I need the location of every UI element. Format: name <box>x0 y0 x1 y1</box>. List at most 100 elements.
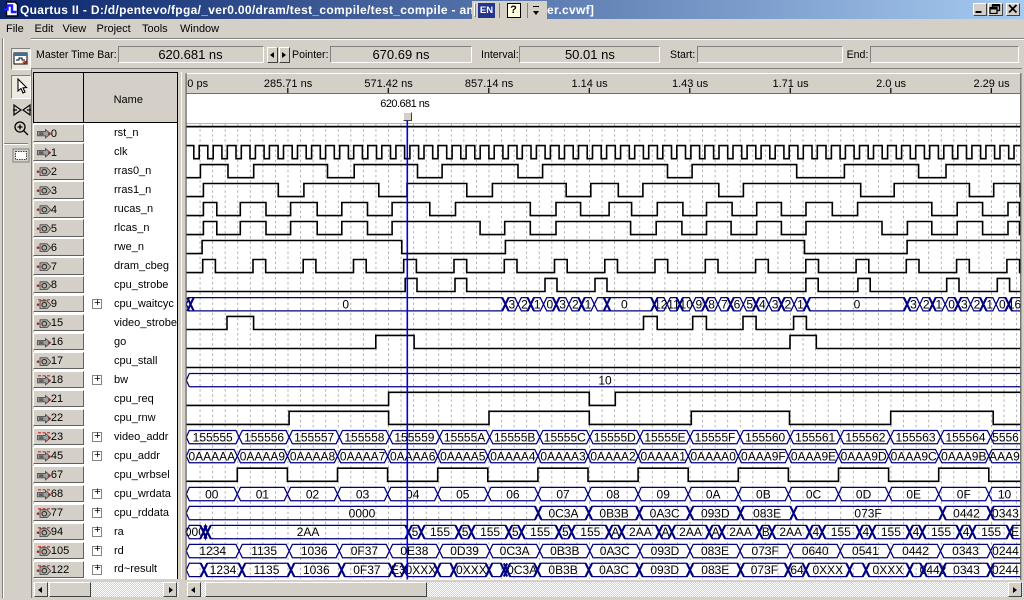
svg-text:155559: 155559 <box>394 430 434 444</box>
svg-text:0AAAAA: 0AAAAA <box>188 449 235 463</box>
svg-text:155563: 155563 <box>895 430 935 444</box>
svg-text:0244: 0244 <box>992 563 1019 577</box>
svg-text:0E: 0E <box>906 487 921 501</box>
svg-text:5: 5 <box>462 525 469 539</box>
svg-text:073F: 073F <box>854 506 881 520</box>
svg-text:0000: 0000 <box>349 506 376 520</box>
svg-text:15555C: 15555C <box>544 430 586 444</box>
svg-text:15555F: 15555F <box>695 430 736 444</box>
svg-text:0B3B: 0B3B <box>599 506 628 520</box>
svg-text:155557: 155557 <box>294 430 334 444</box>
svg-text:0AAAA6: 0AAAA6 <box>390 449 436 463</box>
svg-text:093D: 093D <box>650 563 679 577</box>
svg-text:10: 10 <box>598 373 612 387</box>
svg-text:0AAAA0: 0AAAA0 <box>691 449 737 463</box>
svg-text:0442: 0442 <box>953 506 980 520</box>
svg-text:2: 2 <box>521 298 528 312</box>
svg-text:06: 06 <box>506 487 520 501</box>
svg-text:05: 05 <box>456 487 470 501</box>
svg-text:0C3A: 0C3A <box>507 563 537 577</box>
svg-text:083E: 083E <box>701 563 729 577</box>
svg-text:03: 03 <box>356 487 370 501</box>
svg-text:0XXX: 0XXX <box>406 563 437 577</box>
svg-text:155: 155 <box>981 525 1001 539</box>
svg-text:0A3C: 0A3C <box>600 544 630 558</box>
svg-text:0AAA9D: 0AAA9D <box>841 449 887 463</box>
svg-text:3: 3 <box>961 298 968 312</box>
svg-text:8: 8 <box>708 298 715 312</box>
svg-text:0C3A: 0C3A <box>548 506 578 520</box>
svg-text:15555D: 15555D <box>594 430 636 444</box>
svg-text:155: 155 <box>580 525 600 539</box>
svg-text:15555A: 15555A <box>444 430 485 444</box>
svg-text:5: 5 <box>746 298 753 312</box>
svg-text:5: 5 <box>412 525 419 539</box>
svg-text:4: 4 <box>963 525 970 539</box>
svg-text:6: 6 <box>734 298 741 312</box>
svg-text:3: 3 <box>910 298 917 312</box>
svg-text:1234: 1234 <box>210 563 237 577</box>
svg-text:2: 2 <box>784 298 791 312</box>
svg-text:2AA: 2AA <box>679 525 702 539</box>
svg-text:0343: 0343 <box>992 506 1019 520</box>
svg-text:155: 155 <box>931 525 951 539</box>
svg-text:155556: 155556 <box>244 430 284 444</box>
svg-text:155561: 155561 <box>795 430 835 444</box>
svg-text:0AAA9B: 0AAA9B <box>941 449 986 463</box>
svg-text:155: 155 <box>430 525 450 539</box>
svg-text:093D: 093D <box>701 506 730 520</box>
svg-text:0C3A: 0C3A <box>500 544 530 558</box>
svg-text:083E: 083E <box>753 506 781 520</box>
svg-text:4: 4 <box>759 298 766 312</box>
svg-text:0AAAA7: 0AAAA7 <box>340 449 386 463</box>
svg-text:1234: 1234 <box>199 544 226 558</box>
svg-text:073F: 073F <box>752 544 779 558</box>
svg-text:155: 155 <box>480 525 500 539</box>
svg-text:09: 09 <box>657 487 671 501</box>
svg-text:2AA: 2AA <box>729 525 752 539</box>
svg-text:08: 08 <box>606 487 620 501</box>
svg-text:1: 1 <box>986 298 993 312</box>
svg-text:0: 0 <box>999 298 1006 312</box>
svg-text:2AA: 2AA <box>629 525 652 539</box>
svg-text:093D: 093D <box>651 544 680 558</box>
svg-text:0AAAA3: 0AAAA3 <box>540 449 586 463</box>
svg-text:7: 7 <box>721 298 728 312</box>
svg-text:0AAA9C: 0AAA9C <box>891 449 937 463</box>
svg-text:0A3C: 0A3C <box>599 563 629 577</box>
svg-text:15555B: 15555B <box>494 430 535 444</box>
svg-text:10: 10 <box>998 487 1012 501</box>
svg-text:0C: 0C <box>806 487 822 501</box>
svg-text:155558: 155558 <box>344 430 384 444</box>
svg-text:0541: 0541 <box>852 544 879 558</box>
svg-text:0AAAA9: 0AAAA9 <box>240 449 286 463</box>
svg-text:155562: 155562 <box>845 430 885 444</box>
svg-text:0A3C: 0A3C <box>650 506 680 520</box>
svg-text:2: 2 <box>572 298 579 312</box>
svg-text:0D39: 0D39 <box>450 544 479 558</box>
svg-text:1: 1 <box>534 298 541 312</box>
svg-text:0343: 0343 <box>952 544 979 558</box>
svg-text:3: 3 <box>559 298 566 312</box>
svg-text:0AAAA1: 0AAAA1 <box>641 449 687 463</box>
svg-text:1036: 1036 <box>303 563 330 577</box>
svg-text:64: 64 <box>790 563 804 577</box>
svg-text:0F37: 0F37 <box>353 563 381 577</box>
svg-text:0: 0 <box>854 298 861 312</box>
svg-text:0AAA9F: 0AAA9F <box>741 449 786 463</box>
svg-text:0B3B: 0B3B <box>548 563 577 577</box>
svg-text:AAA9: AAA9 <box>989 449 1020 463</box>
svg-text:0XXX: 0XXX <box>812 563 843 577</box>
svg-text:073F: 073F <box>751 563 778 577</box>
svg-text:0E38: 0E38 <box>400 544 428 558</box>
svg-text:0: 0 <box>342 298 349 312</box>
svg-text:2: 2 <box>974 298 981 312</box>
svg-text:0B: 0B <box>756 487 771 501</box>
svg-text:1: 1 <box>936 298 943 312</box>
svg-text:2AA: 2AA <box>297 525 320 539</box>
svg-text:3: 3 <box>508 298 515 312</box>
svg-text:5: 5 <box>512 525 519 539</box>
svg-text:155: 155 <box>881 525 901 539</box>
svg-text:0442: 0442 <box>902 544 929 558</box>
svg-text:1036: 1036 <box>301 544 328 558</box>
